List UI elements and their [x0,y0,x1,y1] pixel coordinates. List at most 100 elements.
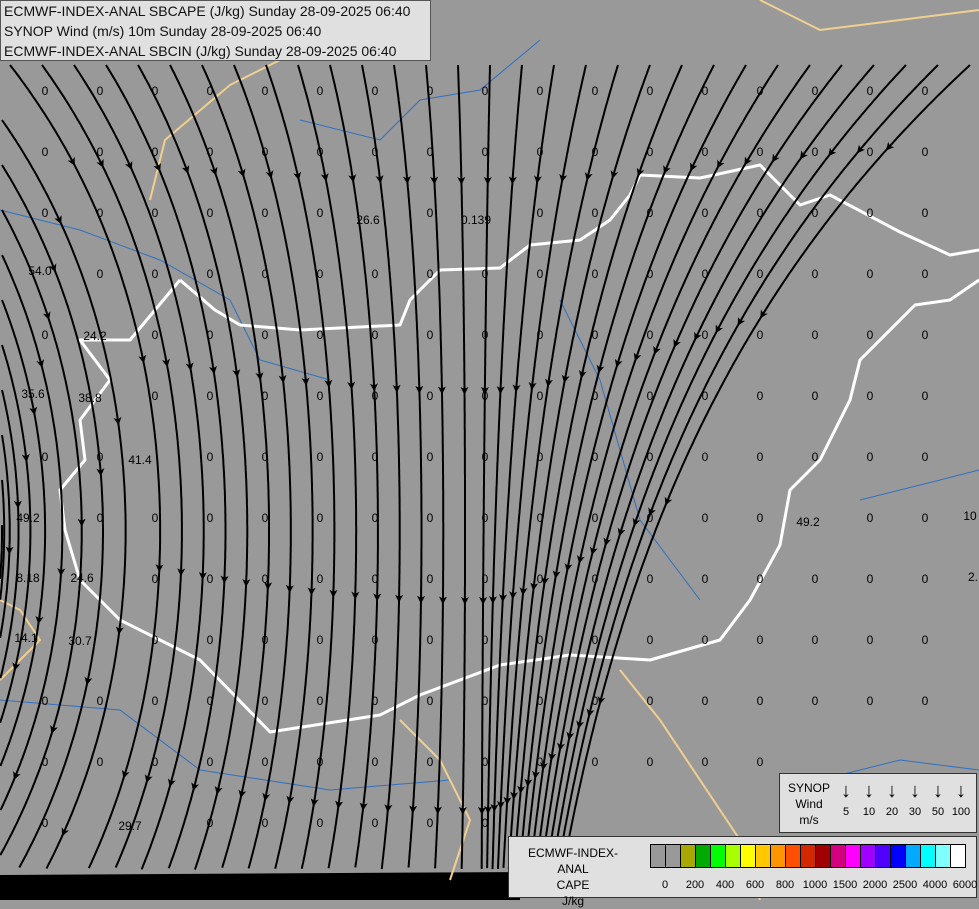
cin-value-label: 0 [42,450,49,464]
cin-value-label: 0 [922,633,929,647]
cin-value-label: 0 [592,206,599,220]
cin-value-label: 0 [592,84,599,98]
cin-value-label: 0 [152,755,159,769]
cape-color-bar [650,844,966,868]
cin-value-label: 0 [372,328,379,342]
cin-value-label: 0 [317,511,324,525]
cin-value-label: 0 [647,84,654,98]
cin-value-label: 0 [867,267,874,281]
cin-value-label: 0 [592,328,599,342]
cin-value-label: 0 [592,572,599,586]
cin-value-label: 24.6 [70,571,94,585]
cin-value-label: 0 [262,572,269,586]
cin-value-label: 0 [262,267,269,281]
down-arrow-icon: ↓ [910,780,920,802]
cape-tick-label: 1500 [832,879,858,891]
cin-value-label: 0 [812,145,819,159]
cin-value-label: 0 [867,389,874,403]
cin-value-label: 0 [152,84,159,98]
cin-value-label: 0 [482,328,489,342]
cin-value-label: 0 [207,816,214,830]
cin-value-label: 0 [262,389,269,403]
synop-legend-label: SYNOP Wind m/s [784,780,834,828]
cin-value-label: 0 [537,633,544,647]
cin-value-label: 0 [42,694,49,708]
weather-map[interactable]: 0 0 0 0 0 0 0 0 0 0 0 0 0 0 0 0 0 0 0 0 0 0 0 0 0 0 0 0 0 0 0 0 0 0 0 0 0 0 0 0… [0,0,979,900]
cape-color-swatch [906,845,921,867]
cin-value-label: 0 [867,511,874,525]
cin-value-label: 54.0 [28,264,52,278]
cin-value-label: 0 [152,145,159,159]
cin-value-label: 0 [757,755,764,769]
synop-speed-value: 10 [862,806,876,818]
cin-value-label: 0 [152,633,159,647]
cape-color-swatch [951,845,965,867]
cin-value-label: 0 [757,267,764,281]
cin-value-label: 0 [372,145,379,159]
cin-value-label: 0 [482,267,489,281]
cin-value-label: 0 [482,694,489,708]
cin-value-label: 0 [97,145,104,159]
cin-value-label: 0 [207,206,214,220]
cin-value-label: 0 [702,206,709,220]
cin-value-label: 0 [812,84,819,98]
cin-value-label: 0 [317,450,324,464]
cin-value-label: 0 [482,572,489,586]
cin-value-label: 0 [427,328,434,342]
cin-value-label: 0 [592,450,599,464]
cin-value-label: 0 [757,633,764,647]
synop-speed-value: 100 [951,806,971,818]
title-cape: ECMWF-INDEX-ANAL SBCAPE (J/kg) Sunday 28… [4,3,411,19]
cin-value-label: 0 [537,84,544,98]
cin-value-label: 8.18 [16,571,40,585]
cin-value-label: 0 [152,328,159,342]
cape-color-swatch [786,845,801,867]
cin-value-label: 0 [537,694,544,708]
cin-value-label: 0 [757,145,764,159]
cin-value-label: 14.1 [14,631,38,645]
cin-value-label: 0.139 [461,213,491,227]
cin-value-label: 0 [97,450,104,464]
cin-value-label: 0 [867,206,874,220]
cin-value-label: 0 [207,694,214,708]
no-data-area [0,872,520,900]
synop-speed-item: ↓ 50 [926,780,950,818]
cape-color-swatch [861,845,876,867]
synop-speed-value: 20 [885,806,899,818]
cin-value-label: 0 [647,450,654,464]
cin-value-label: 0 [482,816,489,830]
cin-value-label: 0 [702,450,709,464]
cin-value-label: 41.4 [128,453,152,467]
cin-value-label: 0 [537,755,544,769]
cin-value-label: 0 [317,206,324,220]
cin-value-label: 0 [922,145,929,159]
cin-value-label: 0 [427,572,434,586]
cape-color-swatch [831,845,846,867]
cin-value-label: 0 [97,694,104,708]
cin-value-label: 0 [592,633,599,647]
cin-value-label: 35.6 [21,387,45,401]
cin-value-label: 0 [647,511,654,525]
cin-value-label: 0 [262,145,269,159]
cin-value-label: 0 [537,389,544,403]
cape-color-swatch [876,845,891,867]
synop-speed-item: ↓ 10 [857,780,881,818]
cin-value-label: 0 [757,694,764,708]
cin-value-label: 0 [427,84,434,98]
cin-value-label: 0 [372,84,379,98]
cin-value-label: 0 [372,694,379,708]
cin-value-label: 0 [427,694,434,708]
cin-value-label: 0 [537,328,544,342]
cin-value-label: 0 [372,389,379,403]
cape-color-legend: ECMWF-INDEX-ANAL CAPE J/kg 0 200 400 600 800… [508,836,977,908]
cin-value-label: 0 [97,267,104,281]
cin-value-label: 0 [372,633,379,647]
cin-value-label: 0 [592,267,599,281]
cin-value-label: 0 [207,328,214,342]
cape-tick-label: 600 [745,879,765,891]
cin-value-label: 0 [867,328,874,342]
cape-color-swatch [726,845,741,867]
cin-value-label: 0 [262,694,269,708]
cin-value-label: 0 [372,450,379,464]
synop-speed-item: ↓ 30 [903,780,927,818]
